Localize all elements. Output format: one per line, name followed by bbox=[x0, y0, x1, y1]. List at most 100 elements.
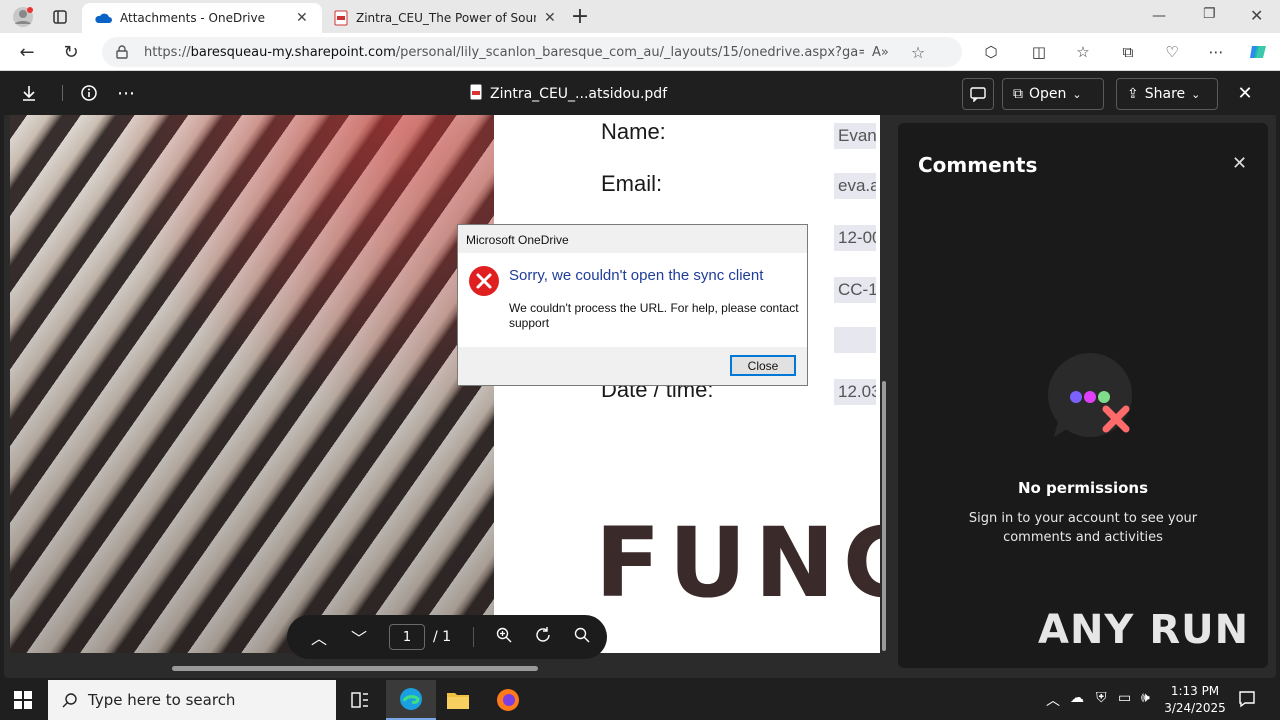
security-tray-icon[interactable]: ⛨ bbox=[1096, 690, 1107, 706]
chevron-down-icon: ⌄ bbox=[1072, 87, 1082, 101]
toolbar-divider bbox=[62, 85, 63, 101]
no-permissions-illustration-icon bbox=[1046, 351, 1138, 447]
form-label-name: Name: bbox=[601, 119, 666, 144]
vertical-scrollbar[interactable] bbox=[882, 381, 886, 651]
file-title: Zintra_CEU_...atsidou.pdf bbox=[470, 84, 667, 104]
no-permissions-text: Sign in to your account to see your comm… bbox=[968, 511, 1198, 545]
taskbar: Type here to search ︿ ☁ ⛨ ▭ 🕪 1:13 PM 3/… bbox=[0, 680, 1280, 720]
chevron-down-icon: ⌄ bbox=[1191, 87, 1201, 101]
file-explorer-icon[interactable] bbox=[446, 689, 470, 715]
firefox-icon[interactable] bbox=[496, 688, 520, 716]
tab-label: Attachments - OneDrive bbox=[120, 11, 265, 25]
previous-page-icon[interactable]: ︿ bbox=[311, 625, 327, 649]
more-menu-icon[interactable]: ⋯ bbox=[1201, 37, 1231, 67]
pdf-icon bbox=[334, 10, 348, 26]
form-value: 12.03 bbox=[834, 379, 876, 405]
open-button[interactable]: ⧉ Open ⌄ bbox=[1002, 78, 1104, 110]
dialog-heading: Sorry, we couldn't open the sync client bbox=[509, 267, 764, 284]
pdf-file-icon bbox=[470, 84, 482, 104]
performance-icon[interactable]: ♡ bbox=[1157, 37, 1187, 67]
tab-actions-icon[interactable] bbox=[45, 2, 75, 32]
taskbar-search[interactable]: Type here to search bbox=[48, 680, 336, 720]
brand-logo-text: FUNC bbox=[595, 507, 880, 619]
search-icon bbox=[62, 692, 78, 708]
refresh-icon[interactable]: ↻ bbox=[56, 37, 86, 67]
form-value: 12-00 bbox=[834, 225, 876, 251]
tab-label: Zintra_CEU_The Power of Sound... bbox=[356, 11, 536, 25]
notifications-icon[interactable] bbox=[1238, 690, 1256, 712]
close-window-icon[interactable]: ✕ bbox=[1250, 6, 1263, 25]
collections-icon[interactable]: ⧉ bbox=[1113, 37, 1143, 67]
url-scheme: https:// bbox=[144, 44, 191, 60]
address-bar: ← ↻ https://baresqueau-my.sharepoint.com… bbox=[0, 33, 1280, 71]
tab-pdf[interactable]: Zintra_CEU_The Power of Sound... ✕ bbox=[326, 3, 562, 33]
comments-title: Comments bbox=[918, 153, 1038, 177]
dialog-body: Sorry, we couldn't open the sync client … bbox=[458, 253, 807, 347]
more-options-icon[interactable]: ⋯ bbox=[111, 78, 141, 108]
open-external-icon: ⧉ bbox=[1013, 86, 1023, 102]
onedrive-error-dialog: Microsoft OneDrive Sorry, we couldn't op… bbox=[457, 224, 808, 386]
file-name: Zintra_CEU_...atsidou.pdf bbox=[490, 86, 668, 102]
close-tab-icon[interactable]: ✕ bbox=[544, 10, 556, 26]
tab-bar: Attachments - OneDrive ✕ Zintra_CEU_The … bbox=[0, 0, 1280, 33]
form-value bbox=[834, 327, 876, 353]
search-icon[interactable] bbox=[574, 627, 590, 647]
download-icon[interactable] bbox=[14, 78, 44, 108]
horizontal-scrollbar[interactable] bbox=[172, 666, 538, 671]
error-icon bbox=[468, 265, 500, 302]
cover-photo-overlay bbox=[10, 115, 494, 653]
extensions-icon[interactable]: ⬡ bbox=[976, 37, 1006, 67]
search-placeholder: Type here to search bbox=[88, 691, 236, 709]
onedrive-cloud-icon bbox=[94, 12, 112, 24]
form-value: Evange bbox=[834, 123, 876, 149]
next-page-icon[interactable]: ﹀ bbox=[351, 625, 367, 649]
clock[interactable]: 1:13 PM 3/24/2025 bbox=[1162, 683, 1228, 717]
read-aloud-icon[interactable]: A» bbox=[872, 45, 889, 60]
network-icon[interactable]: ▭ bbox=[1118, 690, 1131, 706]
show-hidden-icons[interactable]: ︿ bbox=[1046, 690, 1060, 710]
dialog-close-button[interactable]: Close bbox=[730, 355, 796, 376]
split-screen-icon[interactable]: ◫ bbox=[1024, 37, 1054, 67]
onedrive-tray-icon[interactable]: ☁ bbox=[1070, 690, 1084, 706]
clock-time: 1:13 PM bbox=[1170, 684, 1220, 698]
url-path: /personal/lily_scanlon_baresque_com_au/_… bbox=[395, 44, 864, 60]
nav-divider bbox=[473, 627, 475, 647]
restore-icon[interactable]: ❐ bbox=[1203, 6, 1216, 22]
favorite-star-icon[interactable]: ☆ bbox=[911, 43, 925, 62]
share-button[interactable]: ⇪ Share ⌄ bbox=[1116, 78, 1218, 110]
url-field[interactable]: https://baresqueau-my.sharepoint.com/per… bbox=[102, 37, 962, 67]
form-value: CC-1 bbox=[834, 277, 876, 303]
volume-icon[interactable]: 🕪 bbox=[1141, 690, 1150, 706]
viewer-toolbar: ⋯ Zintra_CEU_...atsidou.pdf ⧉ Open ⌄ ⇪ S… bbox=[4, 71, 1276, 115]
clock-date: 3/24/2025 bbox=[1164, 701, 1226, 715]
comments-panel: Comments ✕ No permissions Sign in to you… bbox=[898, 123, 1268, 668]
new-tab-button[interactable]: + bbox=[565, 1, 595, 31]
page-total: / 1 bbox=[433, 629, 452, 645]
edge-taskbar-icon[interactable] bbox=[386, 680, 436, 720]
page-navigation: ︿ ﹀ / 1 bbox=[287, 615, 607, 659]
anyrun-watermark: ANY RUN bbox=[1038, 607, 1250, 653]
zoom-in-icon[interactable] bbox=[496, 627, 512, 647]
no-permissions-title: No permissions bbox=[1017, 479, 1149, 497]
dialog-title: Microsoft OneDrive bbox=[466, 233, 569, 247]
form-value: eva.a bbox=[834, 173, 876, 199]
dialog-message: We couldn't process the URL. For help, p… bbox=[509, 301, 799, 330]
lock-icon bbox=[116, 45, 128, 59]
share-label: Share bbox=[1144, 86, 1186, 102]
profile-icon[interactable] bbox=[8, 2, 38, 32]
windows-start-icon[interactable] bbox=[14, 691, 32, 713]
page-number-input[interactable] bbox=[389, 624, 426, 650]
comments-toggle-button[interactable] bbox=[962, 78, 994, 110]
close-comments-icon[interactable]: ✕ bbox=[1232, 153, 1247, 174]
back-icon[interactable]: ← bbox=[12, 37, 42, 67]
close-viewer-icon[interactable]: ✕ bbox=[1230, 78, 1260, 108]
copilot-icon[interactable] bbox=[1243, 37, 1273, 67]
info-icon[interactable] bbox=[74, 78, 104, 108]
tab-onedrive[interactable]: Attachments - OneDrive ✕ bbox=[82, 3, 322, 33]
favorites-icon[interactable]: ☆ bbox=[1068, 37, 1098, 67]
rotate-icon[interactable] bbox=[534, 626, 552, 648]
share-icon: ⇪ bbox=[1127, 86, 1139, 102]
close-tab-icon[interactable]: ✕ bbox=[296, 10, 308, 26]
task-view-icon[interactable] bbox=[350, 690, 370, 714]
minimize-icon[interactable]: — bbox=[1152, 8, 1166, 24]
